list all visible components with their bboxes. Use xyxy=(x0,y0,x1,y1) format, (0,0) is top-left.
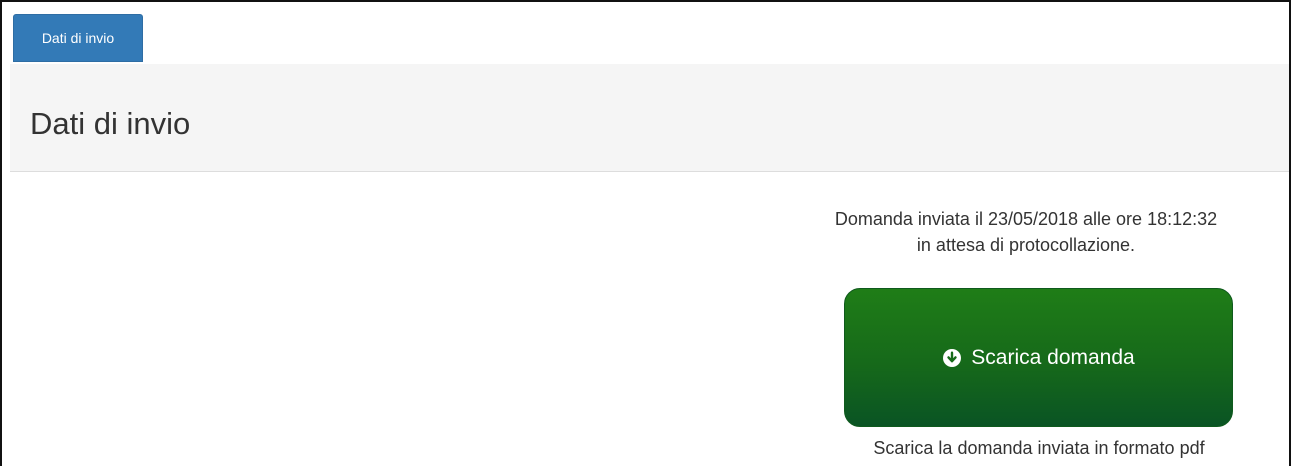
tab-dati-di-invio[interactable]: Dati di invio xyxy=(13,14,143,62)
protocol-status-text: in attesa di protocollazione. xyxy=(916,235,1136,255)
submission-status: Domanda inviata il 23/05/2018 alle ore 1… xyxy=(766,206,1286,258)
tab-bar: Dati di invio xyxy=(10,12,1289,65)
page-frame: Dati di invio Dati di invio Domanda invi… xyxy=(0,0,1291,466)
page-title: Dati di invio xyxy=(30,106,191,141)
download-caption: Scarica la domanda inviata in formato pd… xyxy=(873,438,1205,458)
circle-arrow-down-icon xyxy=(943,348,962,367)
panel-heading: Dati di invio xyxy=(10,64,1289,172)
submission-date-text: Domanda inviata il 23/05/2018 alle ore 1… xyxy=(834,209,1218,229)
download-application-button[interactable]: Scarica domanda xyxy=(844,288,1233,427)
dati-di-invio-panel: Dati di invio Domanda inviata il 23/05/2… xyxy=(10,64,1289,466)
download-button-label: Scarica domanda xyxy=(971,345,1135,369)
